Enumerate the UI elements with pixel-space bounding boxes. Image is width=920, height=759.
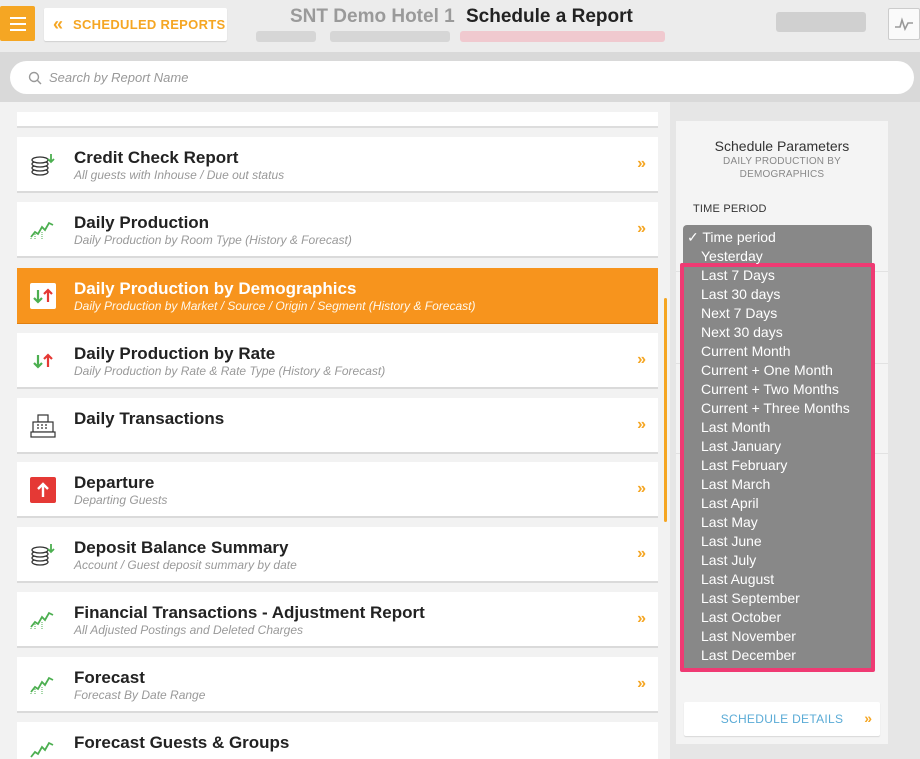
report-card-deposit-balance[interactable]: Deposit Balance Summary Account / Guest … (17, 527, 658, 583)
cash-register-icon (29, 412, 57, 440)
checkmark-icon: ✓ (687, 229, 703, 245)
search-input[interactable] (49, 70, 849, 85)
blurred-user (776, 12, 866, 32)
page-title: Schedule a Report (466, 6, 633, 27)
report-subtitle: All Adjusted Postings and Deleted Charge… (74, 623, 304, 637)
report-card-daily-production[interactable]: Daily Production Daily Production by Roo… (17, 202, 658, 258)
activity-icon (895, 17, 913, 31)
trend-chart-icon (29, 671, 57, 699)
report-title: Financial Transactions - Adjustment Repo… (74, 603, 425, 622)
dropdown-option[interactable]: Last 7 Days (701, 267, 775, 283)
trend-chart-icon (29, 606, 57, 634)
dropdown-option-selected[interactable]: ✓ Time period (687, 229, 776, 246)
dropdown-option[interactable]: Last December (701, 647, 796, 663)
report-title: Departure (74, 473, 155, 492)
report-subtitle: Account / Guest deposit summary by date (74, 558, 297, 572)
menu-button[interactable] (0, 6, 35, 41)
report-card-departure[interactable]: Departure Departing Guests » (17, 462, 658, 518)
hamburger-icon (9, 16, 26, 19)
report-title: Daily Transactions (74, 409, 225, 428)
dropdown-option[interactable]: Current Month (701, 343, 790, 359)
double-chevron-left-icon: « (53, 14, 63, 34)
dropdown-option[interactable]: Last March (701, 476, 770, 492)
report-title: Daily Production by Rate (74, 344, 276, 363)
search-box[interactable] (10, 61, 914, 94)
report-subtitle: Daily Production by Market / Source / Or… (74, 299, 476, 313)
list-scrollbar[interactable] (664, 298, 667, 522)
schedule-details-button[interactable]: SCHEDULE DETAILS » (684, 702, 880, 736)
up-down-arrows-icon (29, 282, 57, 310)
dropdown-option[interactable]: Next 7 Days (701, 305, 777, 321)
blurred-text (256, 31, 316, 42)
report-title: Daily Production by Demographics (74, 279, 357, 298)
trend-chart-icon (29, 216, 57, 244)
report-subtitle: Forecast By Date Range (74, 688, 206, 702)
back-to-scheduled-reports-button[interactable]: « SCHEDULED REPORTS (44, 8, 227, 41)
coins-icon (29, 541, 57, 569)
double-chevron-right-icon: » (637, 416, 646, 433)
report-subtitle: Daily Production by Room Type (History &… (74, 233, 352, 247)
double-chevron-right-icon: » (637, 220, 646, 237)
hotel-name: SNT Demo Hotel 1 (290, 6, 455, 27)
report-subtitle: Daily Production by Rate & Rate Type (Hi… (74, 364, 386, 378)
double-chevron-right-icon: » (637, 675, 646, 692)
dropdown-option[interactable]: Last 30 days (701, 286, 780, 302)
report-title: Credit Check Report (74, 148, 239, 167)
dropdown-option[interactable]: Last April (701, 495, 759, 511)
back-button-label: SCHEDULED REPORTS (73, 17, 226, 32)
report-card-forecast[interactable]: Forecast Forecast By Date Range » (17, 657, 658, 713)
dropdown-option[interactable]: Last August (701, 571, 774, 587)
report-title: Deposit Balance Summary (74, 538, 289, 557)
dropdown-option[interactable]: Last October (701, 609, 781, 625)
report-title: Daily Production (74, 213, 210, 232)
report-card-daily-transactions[interactable]: Daily Transactions » (17, 398, 658, 454)
panel-subtitle: DAILY PRODUCTION BY DEMOGRAPHICS (723, 156, 841, 180)
double-chevron-right-icon: » (637, 155, 646, 172)
dropdown-option[interactable]: Next 30 days (701, 324, 783, 340)
search-icon (28, 71, 42, 84)
top-bar: « SCHEDULED REPORTS SNT Demo Hotel 1 Sch… (0, 0, 920, 52)
report-card-partial[interactable] (17, 112, 658, 128)
double-chevron-right-icon: » (637, 610, 646, 627)
dropdown-option[interactable]: Last June (701, 533, 762, 549)
blurred-text (460, 31, 665, 42)
dropdown-option[interactable]: Last November (701, 628, 796, 644)
report-title: Forecast (74, 668, 145, 687)
departure-arrow-icon (29, 476, 57, 504)
double-chevron-right-icon: » (637, 480, 646, 497)
search-bar-area (0, 52, 920, 102)
time-period-label: TIME PERIOD (693, 203, 767, 215)
report-subtitle: All guests with Inhouse / Due out status (74, 168, 285, 182)
report-list: Credit Check Report All guests with Inho… (0, 102, 670, 759)
dropdown-option[interactable]: Current + One Month (701, 362, 833, 378)
dropdown-option[interactable]: Last May (701, 514, 758, 530)
dropdown-option[interactable]: Last Month (701, 419, 770, 435)
dropdown-option[interactable]: Last July (701, 552, 756, 568)
double-chevron-right-icon: » (637, 545, 646, 562)
double-chevron-right-icon: » (864, 710, 872, 726)
dropdown-option[interactable]: Last January (701, 438, 781, 454)
schedule-details-label: SCHEDULE DETAILS (720, 712, 844, 726)
report-card-forecast-guests-groups[interactable]: Forecast Guests & Groups (17, 722, 658, 759)
dropdown-option[interactable]: Current + Three Months (701, 400, 850, 416)
trend-chart-icon (29, 736, 57, 759)
panel-title: Schedule Parameters (714, 138, 850, 154)
coins-icon (29, 151, 57, 179)
dropdown-option[interactable]: Current + Two Months (701, 381, 839, 397)
report-subtitle: Departing Guests (74, 493, 168, 507)
report-card-daily-production-rate[interactable]: Daily Production by Rate Daily Productio… (17, 333, 658, 389)
report-card-financial-transactions[interactable]: Financial Transactions - Adjustment Repo… (17, 592, 658, 648)
report-title: Forecast Guests & Groups (74, 733, 290, 752)
blurred-text (330, 31, 450, 42)
dropdown-option[interactable]: Yesterday (701, 248, 763, 264)
dropdown-option[interactable]: Last September (701, 590, 800, 606)
report-card-daily-production-demographics[interactable]: Daily Production by Demographics Daily P… (17, 268, 658, 324)
up-down-arrows-icon (29, 347, 57, 375)
report-card-credit-check[interactable]: Credit Check Report All guests with Inho… (17, 137, 658, 193)
activity-button[interactable] (888, 8, 920, 40)
dropdown-option[interactable]: Last February (701, 457, 787, 473)
double-chevron-right-icon: » (637, 351, 646, 368)
